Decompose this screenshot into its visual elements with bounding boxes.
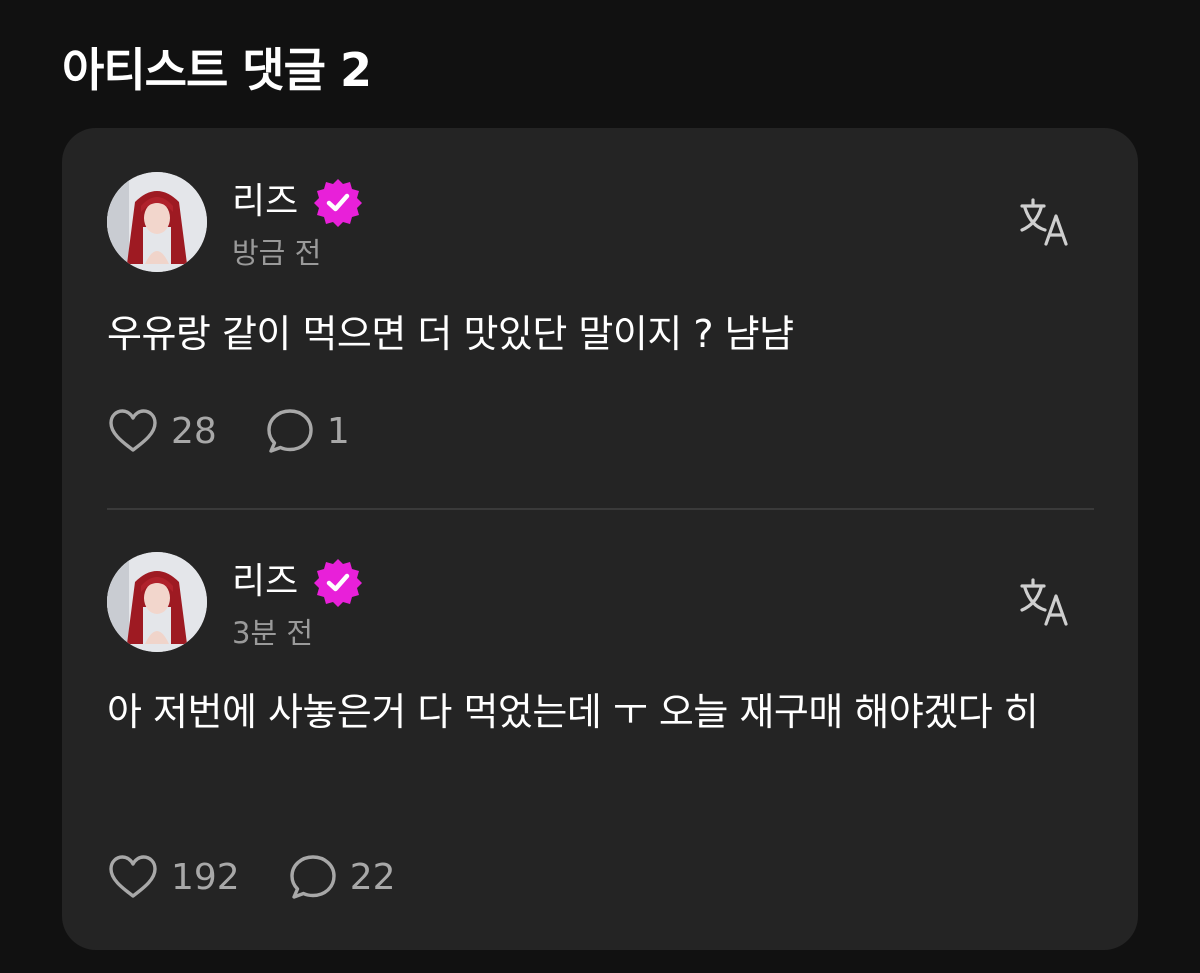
translate-button[interactable] xyxy=(1018,576,1072,630)
artist-comments-card: 리즈 방금 전 우유랑 같이 먹으면 더 맛있단 말이지 ? 냠냠 28 1 리… xyxy=(62,128,1138,950)
author-name[interactable]: 리즈 xyxy=(232,558,298,606)
like-count: 28 xyxy=(171,410,217,452)
verified-badge-icon xyxy=(314,559,363,607)
comment-actions: 192 22 xyxy=(107,852,396,902)
comment-item: 리즈 방금 전 우유랑 같이 먹으면 더 맛있단 말이지 ? 냠냠 28 1 xyxy=(62,128,1138,508)
speech-bubble-icon xyxy=(290,855,336,899)
comment-text: 우유랑 같이 먹으면 더 맛있단 말이지 ? 냠냠 xyxy=(107,312,794,356)
reply-button[interactable]: 1 xyxy=(265,407,350,455)
reply-count: 22 xyxy=(349,856,396,898)
page-title: 아티스트 댓글 2 xyxy=(62,43,372,97)
comment-text: 아 저번에 사놓은거 다 먹었는데 ㅜ 오늘 재구매 해야겠다 히 xyxy=(107,690,1039,734)
avatar-image xyxy=(107,172,207,272)
comment-item: 리즈 3분 전 아 저번에 사놓은거 다 먹었는데 ㅜ 오늘 재구매 해야겠다 … xyxy=(62,508,1138,950)
like-button[interactable]: 192 xyxy=(107,854,240,900)
comment-actions: 28 1 xyxy=(107,406,350,456)
heart-icon xyxy=(109,409,157,452)
avatar[interactable] xyxy=(107,172,207,272)
author-name[interactable]: 리즈 xyxy=(232,178,298,226)
heart-icon xyxy=(109,855,157,898)
translate-button[interactable] xyxy=(1018,196,1072,250)
author-row: 리즈 xyxy=(232,178,364,227)
avatar-image xyxy=(107,552,207,652)
avatar[interactable] xyxy=(107,552,207,652)
speech-bubble-icon xyxy=(267,409,313,453)
author-row: 리즈 xyxy=(232,558,364,607)
translate-icon xyxy=(1020,578,1068,626)
translate-icon xyxy=(1020,198,1068,246)
comment-timestamp: 3분 전 xyxy=(232,616,314,650)
like-count: 192 xyxy=(171,856,240,898)
reply-count: 1 xyxy=(326,410,350,452)
verified-badge-icon xyxy=(314,179,363,227)
reply-button[interactable]: 22 xyxy=(288,853,396,901)
like-button[interactable]: 28 xyxy=(107,408,217,454)
comment-timestamp: 방금 전 xyxy=(232,236,322,270)
